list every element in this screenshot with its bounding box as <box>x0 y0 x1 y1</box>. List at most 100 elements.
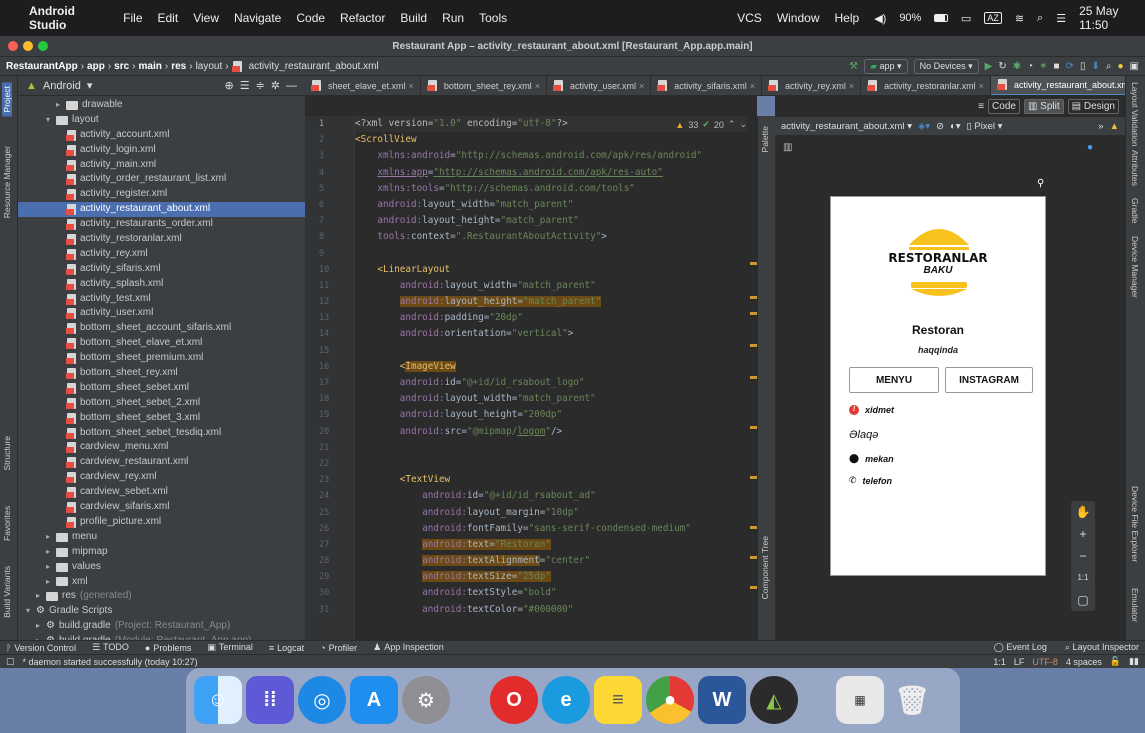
search-icon[interactable]: ⌕ <box>1106 61 1112 72</box>
line-number[interactable]: 10 <box>305 262 354 278</box>
close-window-button[interactable] <box>8 41 18 51</box>
code-line[interactable]: tools:context=".RestaurantAboutActivity"… <box>355 229 747 245</box>
volume-icon[interactable]: ◀︎) <box>874 12 886 25</box>
tree-file[interactable]: bottom_sheet_elave_et.xml <box>18 336 305 351</box>
launchpad-icon[interactable]: ⁞⁞ <box>246 676 294 724</box>
close-icon[interactable]: × <box>750 81 755 91</box>
line-number[interactable]: 28 <box>305 553 354 569</box>
line-number[interactable]: 26 <box>305 521 354 537</box>
tree-file[interactable]: bottom_sheet_sebet_tesdiq.xml <box>18 426 305 441</box>
line-number[interactable]: 31 <box>305 602 354 618</box>
close-icon[interactable]: × <box>849 81 854 91</box>
tree-file[interactable]: activity_main.xml <box>18 158 305 173</box>
control-center-icon[interactable]: ☰ <box>1056 12 1066 25</box>
code-line[interactable]: android:layout_width="match_parent" <box>355 391 747 407</box>
bottom-tab-problems[interactable]: ● Problems <box>145 643 191 653</box>
code-line[interactable]: android:src="@mipmap/logom"/> <box>355 424 747 440</box>
chrome-icon[interactable]: ● <box>646 676 694 724</box>
minimize-window-button[interactable] <box>23 41 33 51</box>
bottom-tab-terminal[interactable]: ▣ Terminal <box>207 642 253 653</box>
inspection-widget[interactable]: ▲ 33 ✔ 20 ⌃ ⌄ <box>675 119 747 130</box>
line-number[interactable]: 3 <box>305 148 354 164</box>
trash-icon[interactable]: 🗑 <box>888 676 936 724</box>
tree-file[interactable]: activity_user.xml <box>18 306 305 321</box>
code-line[interactable] <box>355 343 747 359</box>
tree-file[interactable]: bottom_sheet_rey.xml <box>18 366 305 381</box>
menu-edit[interactable]: Edit <box>158 11 179 25</box>
device-select[interactable]: ▯ Pixel ▾ <box>967 121 1003 132</box>
tree-file[interactable]: bottom_sheet_premium.xml <box>18 351 305 366</box>
project-tool-tab[interactable]: Project <box>2 82 12 117</box>
collapse-icon[interactable]: ☰ <box>240 79 250 92</box>
input-language[interactable]: AZ <box>984 12 1002 24</box>
system-preferences-icon[interactable]: ⚙ <box>402 676 450 724</box>
line-number[interactable]: 17 <box>305 375 354 391</box>
safari-icon[interactable]: ◎ <box>298 676 346 724</box>
breadcrumb-item[interactable]: main <box>139 61 162 72</box>
breadcrumb-item[interactable]: res <box>171 61 186 72</box>
close-icon[interactable]: × <box>409 81 414 91</box>
debug-icon[interactable]: ✱ <box>1013 61 1021 72</box>
error-stripe-mark[interactable] <box>750 476 757 479</box>
line-number[interactable]: 1 <box>305 116 354 132</box>
design-surface-icon[interactable]: ◈▾ <box>918 121 930 132</box>
line-number[interactable]: 11 <box>305 278 354 294</box>
palette-tab[interactable]: Palette <box>760 126 770 152</box>
night-mode-icon[interactable]: ◐▾ <box>950 121 961 132</box>
code-line[interactable]: android:textAlignment="center" <box>355 553 747 569</box>
code-line[interactable]: android:fontFamily="sans-serif-condensed… <box>355 521 747 537</box>
menu-build[interactable]: Build <box>400 11 427 25</box>
display-icon[interactable]: ▭ <box>961 12 971 25</box>
sdk-icon[interactable]: ⬇ <box>1092 61 1100 72</box>
bottom-tab-version-control[interactable]: ᚹ Version Control <box>6 643 76 653</box>
line-separator[interactable]: LF <box>1014 657 1025 667</box>
chevron-right-icon[interactable]: ▸ <box>56 98 66 113</box>
code-line[interactable]: android:layout_width="match_parent" <box>355 197 747 213</box>
code-line[interactable]: android:layout_height="200dp" <box>355 407 747 423</box>
settings-icon[interactable]: ● <box>1118 61 1124 72</box>
line-number[interactable]: 30 <box>305 585 354 601</box>
code-line[interactable]: android:layout_width="match_parent" <box>355 278 747 294</box>
design-options-icon[interactable]: ▥ <box>783 142 792 153</box>
editor-tab[interactable]: sheet_elave_et.xml × <box>305 76 421 95</box>
chevron-down-icon[interactable]: ▾ <box>26 604 36 619</box>
code-line[interactable]: android:orientation="vertical"> <box>355 326 747 342</box>
error-stripe-mark[interactable] <box>750 586 757 589</box>
error-stripe-mark[interactable] <box>750 376 757 379</box>
chevron-right-icon[interactable]: ▸ <box>46 530 56 545</box>
gear-icon[interactable]: ✲ <box>271 79 280 92</box>
menu-window[interactable]: Window <box>777 11 820 25</box>
tree-file[interactable]: activity_login.xml <box>18 143 305 158</box>
build-variants-tab[interactable]: Build Variants <box>2 566 12 618</box>
expand-icon[interactable]: ≑ <box>256 79 265 92</box>
breadcrumb-item[interactable]: src <box>114 61 129 72</box>
code-line[interactable]: android:padding="20dp" <box>355 310 747 326</box>
project-view-select[interactable]: Android <box>43 80 81 92</box>
spotlight-icon[interactable]: ⌕ <box>1037 12 1043 25</box>
line-number[interactable]: 14 <box>305 326 354 342</box>
opera-icon[interactable]: O <box>490 676 538 724</box>
chevron-right-icon[interactable]: ▸ <box>36 589 46 604</box>
tree-folder[interactable]: ▾ layout <box>18 113 305 128</box>
tree-folder[interactable]: ▸ drawable <box>18 98 305 113</box>
device-manager-tab[interactable]: Device Manager <box>1130 236 1140 298</box>
run-icon[interactable]: ▶ <box>985 61 993 72</box>
breadcrumb-item[interactable]: RestaurantApp <box>6 61 78 72</box>
profile-icon[interactable]: ◔ <box>1027 61 1033 72</box>
favorites-tab[interactable]: Favorites <box>2 506 12 541</box>
code-line[interactable]: android:text="Restoran" <box>355 537 747 553</box>
tree-file[interactable]: cardview_sifaris.xml <box>18 500 305 515</box>
line-number[interactable]: 5 <box>305 181 354 197</box>
line-number[interactable]: 13 <box>305 310 354 326</box>
app-store-icon[interactable]: A <box>350 676 398 724</box>
lock-icon[interactable]: 🔓 <box>1110 656 1121 667</box>
tree-folder[interactable]: ▸ xml <box>18 575 305 590</box>
instagram-button[interactable]: INSTAGRAM <box>945 367 1033 393</box>
code-line[interactable]: android:id="@+id/id_rsabout_logo" <box>355 375 747 391</box>
tree-file[interactable]: activity_order_restaurant_list.xml <box>18 172 305 187</box>
line-number[interactable]: 15 <box>305 343 354 359</box>
status-toggle-icon[interactable]: ▢ <box>6 656 15 667</box>
notifications-icon[interactable]: ▣ <box>1130 61 1139 72</box>
tree-file[interactable]: bottom_sheet_sebet_3.xml <box>18 411 305 426</box>
tree-file[interactable]: cardview_sebet.xml <box>18 485 305 500</box>
